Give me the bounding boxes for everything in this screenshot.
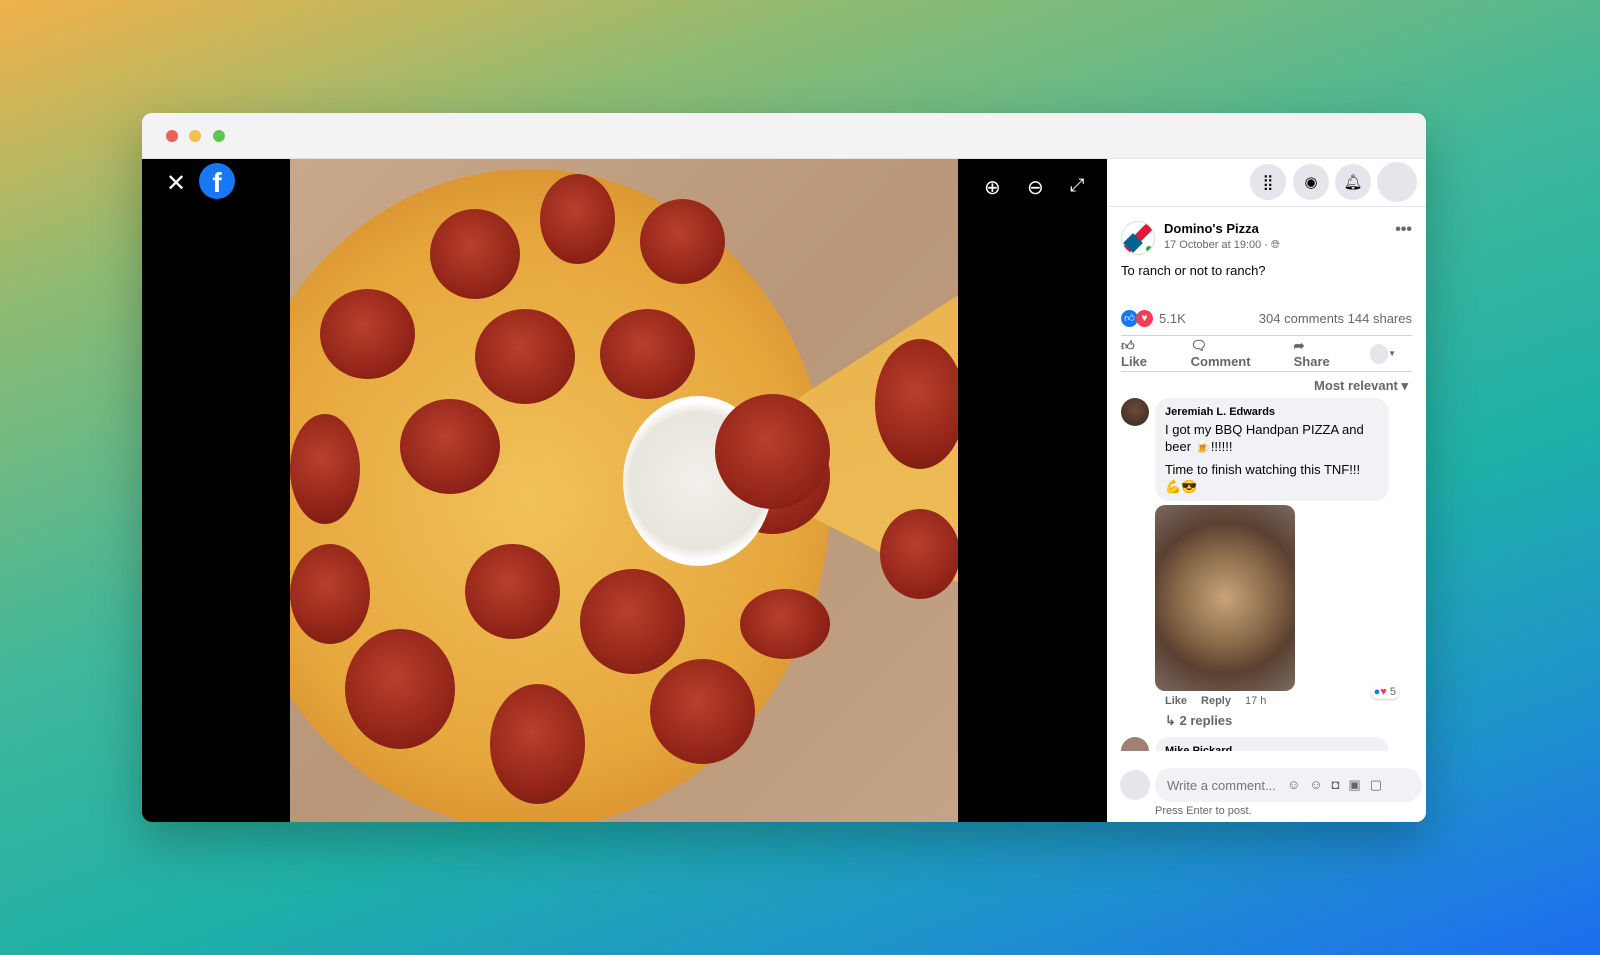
post-date[interactable]: 17 October at 19:00 · bbox=[1164, 239, 1271, 251]
comment-text: I got my BBQ Handpan PIZZA and beer 🍺!!!… bbox=[1165, 422, 1364, 454]
zoom-in-icon[interactable]: ⊕ bbox=[984, 175, 1001, 200]
commenter-avatar[interactable] bbox=[1121, 398, 1149, 426]
post-text: To ranch or not to ranch? bbox=[1121, 263, 1266, 278]
comment: Jeremiah L. Edwards I got my BBQ Handpan… bbox=[1121, 398, 1412, 729]
public-globe-icon: 🌐︎ bbox=[1271, 239, 1280, 251]
comment-like-button[interactable]: Like bbox=[1165, 695, 1187, 707]
share-button[interactable]: ➦ Share bbox=[1294, 338, 1354, 369]
more-options-icon[interactable]: ••• bbox=[1395, 221, 1412, 239]
reactions-count[interactable]: 5.1K bbox=[1159, 311, 1186, 326]
camera-icon[interactable]: ◘ bbox=[1332, 777, 1349, 792]
react-as-selector[interactable] bbox=[1369, 343, 1389, 364]
emoji-icon[interactable]: ☺ bbox=[1309, 777, 1331, 792]
comment-time[interactable]: 17 h bbox=[1245, 695, 1266, 707]
comment-button[interactable]: 🗨︎ Comment bbox=[1191, 338, 1278, 369]
comment-reply-button[interactable]: Reply bbox=[1201, 695, 1231, 707]
zoom-out-icon[interactable]: ⊖ bbox=[1027, 175, 1044, 200]
comment-sort-dropdown[interactable]: Most relevant ▾ bbox=[1121, 378, 1408, 394]
post: Domino's Pizza 17 October at 19:00 · 🌐︎ … bbox=[1107, 207, 1426, 751]
account-avatar[interactable] bbox=[1377, 162, 1417, 202]
user-avatar bbox=[1120, 770, 1150, 800]
chevron-down-icon[interactable]: ▼ bbox=[1388, 349, 1396, 358]
composer-hint: Press Enter to post. bbox=[1155, 805, 1252, 817]
browser-window: ✕ f ⊕ ⊖ ⤢ ⣿ ◉ 🔔︎ Domino's Pizza 17 Octob… bbox=[142, 113, 1426, 822]
comment-author[interactable]: Jeremiah L. Edwards bbox=[1165, 404, 1379, 421]
post-photo[interactable] bbox=[290, 159, 958, 822]
messenger-icon[interactable]: ◉ bbox=[1293, 164, 1329, 200]
gif-icon[interactable]: ▣ bbox=[1348, 777, 1369, 792]
comment: Mike Pickard bbox=[1121, 737, 1412, 751]
minimize-window-button[interactable] bbox=[189, 130, 201, 142]
love-reaction-icon: ♥ bbox=[1136, 310, 1153, 327]
notifications-icon[interactable]: 🔔︎ bbox=[1335, 164, 1371, 200]
comment-text-2: Time to finish watching this TNF!!! 💪😎 bbox=[1165, 462, 1361, 494]
dominos-avatar[interactable] bbox=[1121, 221, 1155, 255]
post-sidebar: ⣿ ◉ 🔔︎ Domino's Pizza 17 October at 19:0… bbox=[1107, 159, 1426, 822]
top-bar: ⣿ ◉ 🔔︎ bbox=[1107, 159, 1426, 207]
like-button[interactable]: 👍︎ Like bbox=[1121, 338, 1175, 369]
menu-grid-icon[interactable]: ⣿ bbox=[1250, 164, 1286, 200]
shares-count[interactable]: 144 shares bbox=[1348, 311, 1412, 326]
post-author[interactable]: Domino's Pizza bbox=[1164, 221, 1395, 236]
avatar-sticker-icon[interactable]: ☺ bbox=[1287, 777, 1309, 792]
comment-reactions[interactable]: ●♥ 5 bbox=[1370, 685, 1399, 699]
comment-photo[interactable] bbox=[1155, 505, 1295, 691]
comment-author[interactable]: Mike Pickard bbox=[1165, 743, 1379, 751]
sticker-icon[interactable]: ▢ bbox=[1370, 777, 1391, 792]
title-bar bbox=[142, 113, 1426, 159]
view-replies-link[interactable]: ↳ 2 replies bbox=[1165, 713, 1399, 729]
close-window-button[interactable] bbox=[166, 130, 178, 142]
close-icon[interactable]: ✕ bbox=[166, 169, 186, 198]
facebook-logo[interactable]: f bbox=[199, 163, 235, 199]
fullscreen-icon[interactable]: ⤢ bbox=[1070, 175, 1084, 196]
comments-count[interactable]: 304 comments bbox=[1259, 311, 1344, 326]
photo-viewer: ✕ f ⊕ ⊖ ⤢ bbox=[142, 159, 1107, 822]
maximize-window-button[interactable] bbox=[213, 130, 225, 142]
commenter-avatar[interactable] bbox=[1121, 737, 1149, 751]
